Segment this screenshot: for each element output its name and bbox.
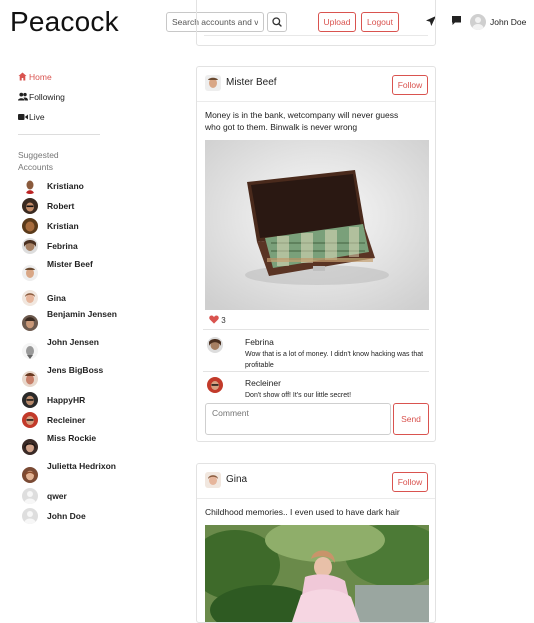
avatar: [22, 238, 38, 254]
likes-counter[interactable]: 3: [209, 315, 226, 325]
account-name: Kristian: [47, 221, 79, 231]
avatar: [22, 315, 38, 331]
account-name: Mister Beef: [47, 259, 93, 269]
nav-home[interactable]: Home: [18, 72, 52, 83]
avatar: [22, 412, 38, 428]
user-name[interactable]: John Doe: [490, 17, 526, 27]
previous-post-card: [196, 0, 436, 46]
nav-live-label: Live: [29, 112, 45, 122]
avatar: [22, 343, 38, 359]
post-text: Money is in the bank, wetcompany will ne…: [205, 110, 399, 132]
account-name: Jens BigBoss: [47, 365, 104, 375]
account-name: Miss Rockie: [47, 433, 97, 443]
avatar: [22, 198, 38, 214]
account-name: qwer: [47, 491, 67, 501]
post-header: Gina Follow: [197, 464, 435, 499]
avatar: [22, 467, 38, 483]
nav-live[interactable]: Live: [18, 112, 45, 123]
comment-author[interactable]: Recleiner: [245, 378, 281, 388]
app-logo[interactable]: Peacock: [10, 6, 119, 38]
account-name: Kristiano: [47, 181, 84, 191]
account-name: Gina: [47, 293, 66, 303]
follow-button[interactable]: Follow: [392, 472, 428, 492]
video-icon: [18, 113, 29, 123]
home-icon: [18, 72, 29, 83]
account-name: Benjamin Jensen: [47, 309, 117, 319]
avatar: [22, 392, 38, 408]
avatar[interactable]: [207, 337, 223, 353]
account-name: John Jensen: [47, 337, 99, 347]
nav-following-label: Following: [29, 92, 65, 102]
avatar: [22, 178, 38, 194]
avatar: [22, 290, 38, 306]
avatar[interactable]: [205, 472, 221, 488]
avatar: [22, 265, 38, 281]
avatar[interactable]: [207, 377, 223, 393]
sidebar-divider: [18, 134, 100, 135]
post-text: Childhood memories.. I even used to have…: [205, 507, 400, 517]
account-name: John Doe: [47, 511, 86, 521]
comment-author[interactable]: Febrina: [245, 337, 274, 347]
account-name: Febrina: [47, 241, 78, 251]
user-avatar[interactable]: [470, 14, 486, 30]
avatar: [22, 371, 38, 387]
account-name: Robert: [47, 201, 75, 211]
nav-following[interactable]: Following: [18, 92, 65, 103]
comment-divider: [203, 329, 429, 330]
message-icon[interactable]: [451, 15, 462, 26]
avatar: [22, 488, 38, 504]
nav-home-label: Home: [29, 72, 52, 82]
post-image-briefcase-money[interactable]: [205, 140, 429, 310]
comment-divider: [203, 371, 429, 372]
send-button[interactable]: Send: [393, 403, 429, 435]
comment-text: Don't show off! It's our little secret!: [245, 392, 352, 399]
post-author[interactable]: Gina: [226, 474, 247, 485]
post-header: Mister Beef Follow: [197, 67, 435, 102]
comment-text: Wow that is a lot of money. I didn't kno…: [245, 351, 424, 369]
comment-input[interactable]: [205, 403, 391, 435]
avatar: [22, 439, 38, 455]
account-name: Recleiner: [47, 415, 86, 425]
follow-button[interactable]: Follow: [392, 75, 428, 95]
avatar: [22, 218, 38, 234]
users-icon: [18, 92, 29, 103]
account-name: Julietta Hedrixon: [47, 461, 116, 471]
suggested-accounts-title: Suggested Accounts: [18, 150, 59, 172]
post-image-child-garden[interactable]: [205, 525, 429, 622]
heart-icon[interactable]: [209, 315, 219, 324]
post-author[interactable]: Mister Beef: [226, 77, 277, 88]
avatar: [22, 508, 38, 524]
account-name: HappyHR: [47, 395, 86, 405]
post-card: Mister Beef Follow Money is in the bank,…: [196, 66, 436, 442]
likes-count: 3: [221, 316, 226, 325]
avatar[interactable]: [205, 75, 221, 91]
post-card: Gina Follow Childhood memories.. I even …: [196, 463, 436, 623]
